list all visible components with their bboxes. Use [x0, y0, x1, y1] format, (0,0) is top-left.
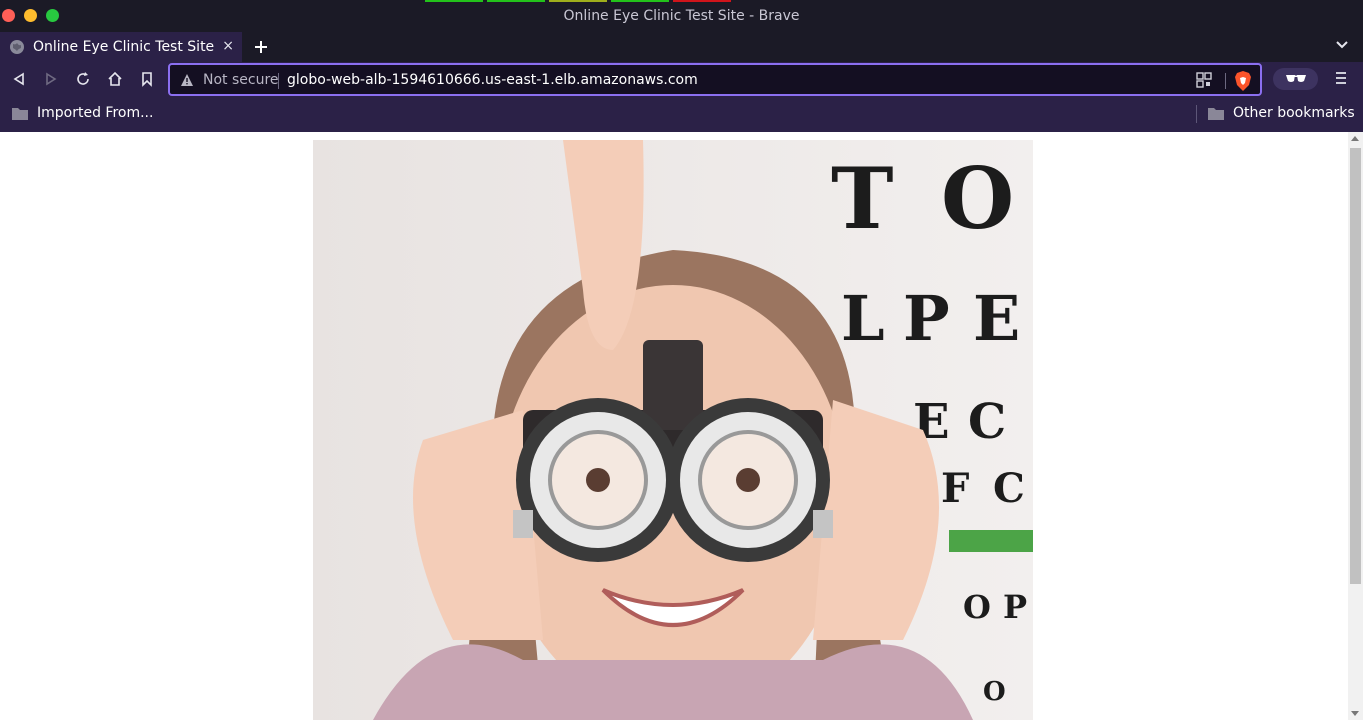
eye-chart-letter: P [903, 282, 950, 355]
folder-icon [12, 107, 28, 120]
tab-title: Online Eye Clinic Test Site [33, 39, 215, 55]
window-titlebar: Online Eye Clinic Test Site - Brave [0, 0, 1363, 32]
scrollbar-thumb[interactable] [1350, 148, 1361, 584]
back-button[interactable] [10, 70, 28, 88]
forward-button[interactable] [42, 70, 60, 88]
bookmark-folder-other[interactable]: Other bookmarks [1207, 105, 1355, 121]
warning-icon[interactable] [180, 73, 194, 87]
eye-chart-letter: C [968, 394, 1006, 450]
page-scrollbar[interactable] [1348, 132, 1363, 720]
eye-chart-letter: F [941, 465, 969, 512]
eye-exam-illustration: T O L P E E C F C O P O [313, 140, 1033, 720]
new-tab-icon[interactable] [254, 40, 268, 54]
reload-button[interactable] [74, 70, 92, 88]
eye-chart-letter: E [973, 282, 1020, 355]
bookmark-icon [142, 72, 152, 87]
window-title: Online Eye Clinic Test Site - Brave [563, 8, 800, 24]
eye-chart-letter: O [963, 588, 991, 626]
forward-arrow-icon [46, 72, 57, 86]
globe-icon [10, 40, 24, 54]
home-icon [108, 71, 122, 86]
scroll-up-icon[interactable] [1351, 136, 1359, 141]
sunglasses-icon [1285, 75, 1306, 82]
eye-chart-letter: C [993, 465, 1025, 512]
divider [1196, 105, 1197, 123]
eye-chart-letter: O [941, 149, 1014, 248]
divider [1225, 73, 1226, 89]
back-arrow-icon [13, 72, 24, 86]
home-button[interactable] [106, 70, 124, 88]
system-indicator-bar [487, 0, 545, 2]
bookmark-folder-imported[interactable]: Imported From... [11, 105, 153, 121]
extension-button[interactable] [1273, 68, 1318, 90]
bookmark-label: Imported From... [37, 105, 154, 121]
system-indicator-bar [549, 0, 607, 2]
eye-chart-letter: O [983, 677, 1006, 707]
hero-image: T O L P E E C F C O P O [313, 140, 1033, 720]
bookmarks-bar: Imported From... Other bookmarks [0, 97, 1363, 132]
tab-strip: Online Eye Clinic Test Site × [0, 32, 1363, 62]
navigation-toolbar: Not secure globo-web-alb-1594610666.us-e… [0, 62, 1363, 97]
bookmark-button[interactable] [138, 70, 156, 88]
bookmark-label: Other bookmarks [1233, 105, 1355, 121]
eye-chart-letter: T [831, 149, 894, 248]
hamburger-menu-icon[interactable] [1333, 70, 1349, 86]
address-bar[interactable]: Not secure globo-web-alb-1594610666.us-e… [168, 63, 1262, 96]
eye-chart-letter: P [1003, 588, 1027, 626]
eye-chart-letter: L [841, 282, 885, 355]
system-indicator-bar [611, 0, 669, 2]
divider [278, 73, 279, 89]
url-text[interactable]: globo-web-alb-1594610666.us-east-1.elb.a… [287, 72, 698, 88]
tab-online-eye-clinic[interactable]: Online Eye Clinic Test Site × [0, 32, 242, 62]
qr-code-icon[interactable] [1196, 72, 1212, 88]
chevron-down-icon[interactable] [1335, 38, 1349, 52]
page-content: T O L P E E C F C O P O [0, 132, 1363, 720]
security-indicator[interactable]: Not secure [203, 72, 279, 88]
folder-icon [1208, 107, 1224, 120]
scroll-down-icon[interactable] [1351, 711, 1359, 716]
system-indicator-bar [673, 0, 731, 2]
brave-shields-icon[interactable] [1234, 71, 1252, 91]
reload-icon [77, 72, 89, 85]
tab-close-icon[interactable]: × [222, 38, 234, 54]
system-indicator-bar [425, 0, 483, 2]
